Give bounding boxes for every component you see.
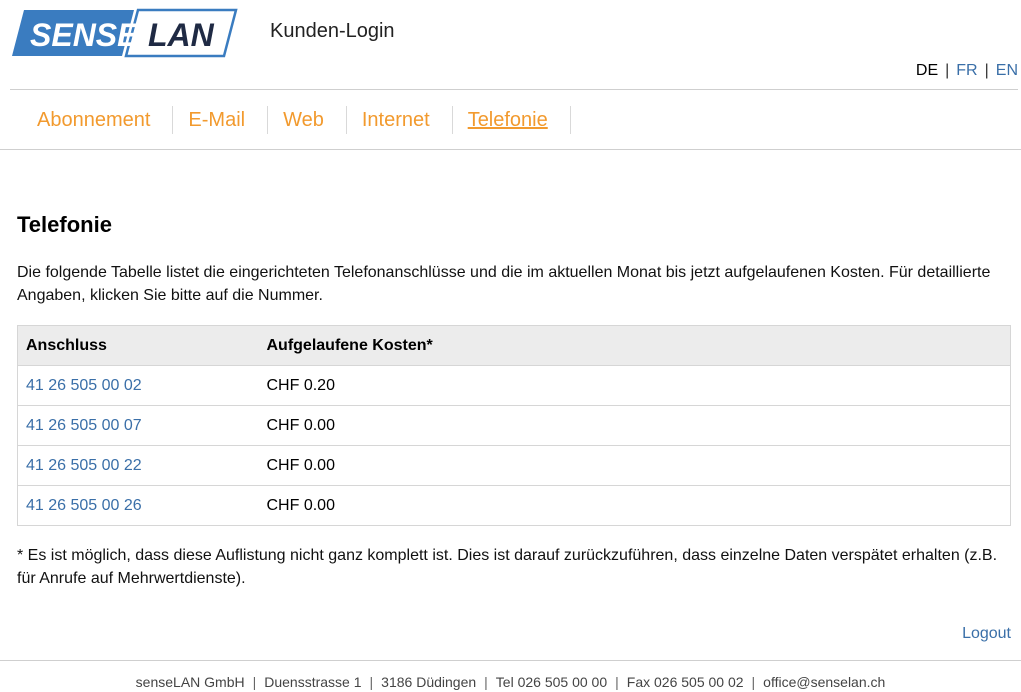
cost-cell: CHF 0.00 <box>258 485 1011 526</box>
footer-separator: | <box>751 674 756 690</box>
table-header-row: Anschluss Aufgelaufene Kosten* <box>17 325 1011 366</box>
footnote-text: * Es ist möglich, dass diese Auflistung … <box>17 547 998 587</box>
page-title: Telefonie <box>17 212 112 237</box>
column-header-kosten: Aufgelaufene Kosten* <box>258 325 1011 366</box>
footer-separator: | <box>252 674 257 690</box>
header-divider <box>10 89 1018 90</box>
nav-item-internet[interactable]: Internet <box>347 106 453 134</box>
lang-en-link[interactable]: EN <box>996 62 1018 79</box>
phone-number-link[interactable]: 41 26 505 00 07 <box>26 417 142 434</box>
portal-title: Kunden-Login <box>270 20 395 42</box>
phone-lines-table: Anschluss Aufgelaufene Kosten* 41 26 505… <box>17 325 1011 526</box>
column-header-anschluss: Anschluss <box>17 325 259 366</box>
table-row: 41 26 505 00 07 CHF 0.00 <box>17 405 1011 446</box>
logout-link[interactable]: Logout <box>962 625 1011 643</box>
lang-current: DE <box>915 62 939 79</box>
footer-separator: | <box>369 674 374 690</box>
footer-fax: Fax 026 505 00 02 <box>626 674 744 690</box>
footer-street: Duensstrasse 1 <box>264 674 362 690</box>
intro-text: Die folgende Tabelle listet die eingeric… <box>17 264 991 304</box>
phone-number-link[interactable]: 41 26 505 00 02 <box>26 377 142 394</box>
footer-city: 3186 Düdingen <box>381 674 477 690</box>
table-row: 41 26 505 00 22 CHF 0.00 <box>17 445 1011 486</box>
lang-separator: | <box>984 62 989 79</box>
number-cell: 41 26 505 00 22 <box>17 445 259 486</box>
senselan-logo[interactable]: SENSE LAN <box>10 8 238 58</box>
footer-separator: | <box>615 674 619 690</box>
logo-text-sense: SENSE <box>30 17 140 53</box>
nav-item-telefonie[interactable]: Telefonie <box>453 106 571 134</box>
logo-text-lan: LAN <box>148 17 215 53</box>
footer-phone: Tel 026 505 00 00 <box>495 674 608 690</box>
phone-number-link[interactable]: 41 26 505 00 22 <box>26 457 142 474</box>
lang-fr-link[interactable]: FR <box>956 62 977 79</box>
cost-cell: CHF 0.20 <box>258 365 1011 406</box>
footer-email: office@senselan.ch <box>763 674 886 690</box>
footer-company: senseLAN GmbH <box>135 674 245 690</box>
cost-cell: CHF 0.00 <box>258 445 1011 486</box>
number-cell: 41 26 505 00 26 <box>17 485 259 526</box>
nav-item-email[interactable]: E-Mail <box>173 106 269 134</box>
cost-cell: CHF 0.00 <box>258 405 1011 446</box>
footer: senseLAN GmbH | Duensstrasse 1 | 3186 Düding… <box>0 674 1021 690</box>
footer-separator: | <box>484 674 488 690</box>
phone-number-link[interactable]: 41 26 505 00 26 <box>26 497 142 514</box>
table-row: 41 26 505 00 26 CHF 0.00 <box>17 485 1011 526</box>
nav-item-web[interactable]: Web <box>268 106 347 134</box>
table-row: 41 26 505 00 02 CHF 0.20 <box>17 365 1011 406</box>
language-switcher: DE | FR | EN <box>916 62 1018 80</box>
nav-item-abonnement[interactable]: Abonnement <box>22 106 174 134</box>
number-cell: 41 26 505 00 07 <box>17 405 259 446</box>
main-nav: Abonnement E-Mail Web Internet Telefonie <box>22 105 571 135</box>
footer-divider <box>0 660 1021 661</box>
lang-separator: | <box>945 62 950 79</box>
number-cell: 41 26 505 00 02 <box>17 365 259 406</box>
nav-divider <box>0 149 1021 150</box>
